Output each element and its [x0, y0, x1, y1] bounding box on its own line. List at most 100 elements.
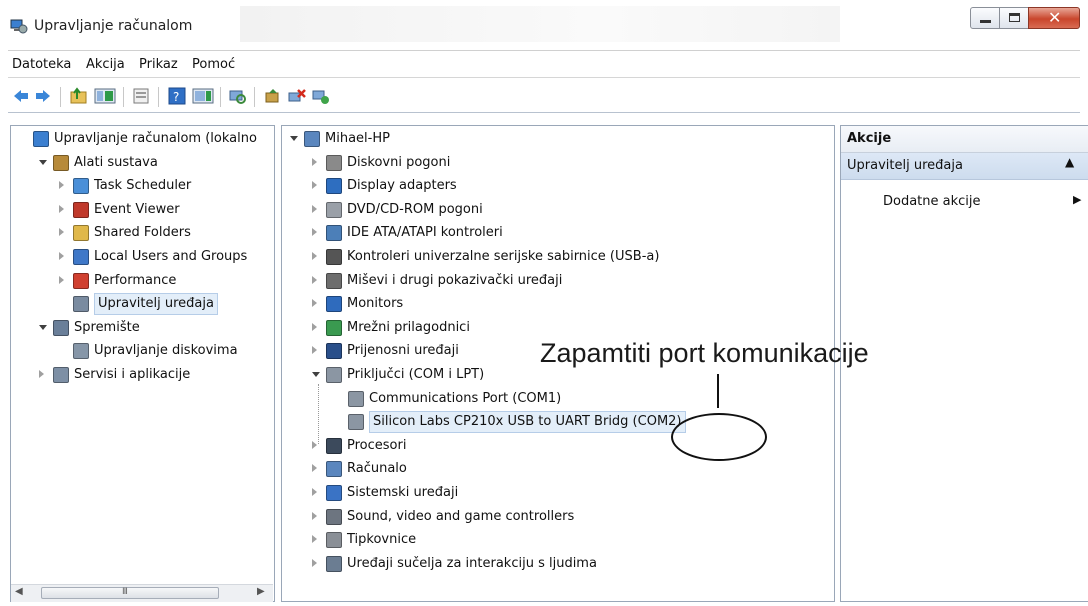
device-tree-item-label: IDE ATA/ATAPI kontroleri: [347, 225, 503, 241]
tree-item[interactable]: Upravitelj uređaja: [11, 293, 274, 316]
show-hide-tree-icon[interactable]: [94, 87, 116, 105]
expand-arrow-icon[interactable]: [312, 322, 317, 331]
expand-arrow-icon[interactable]: [312, 299, 317, 308]
expand-arrow-icon[interactable]: [312, 204, 317, 213]
expand-arrow-icon[interactable]: [312, 157, 317, 166]
expand-arrow-icon[interactable]: [59, 204, 64, 213]
device-tree-item-label: Prijenosni uređaji: [347, 343, 459, 359]
minimize-button[interactable]: [970, 7, 1000, 29]
tree-item[interactable]: Event Viewer: [11, 199, 274, 221]
expand-arrow-icon[interactable]: [312, 488, 317, 496]
keyboard-icon: [326, 532, 342, 549]
expand-arrow-icon[interactable]: [59, 275, 64, 284]
annotation-line: [717, 374, 719, 408]
device-tree-item[interactable]: Miševi i drugi pokazivački uređaji: [282, 270, 834, 292]
forward-arrow-icon[interactable]: [34, 87, 52, 105]
services-icon: [53, 367, 69, 383]
expand-arrow-icon[interactable]: [312, 511, 317, 520]
storage-icon: [53, 319, 69, 336]
collapse-arrow-icon[interactable]: [39, 324, 47, 330]
device-tree-item[interactable]: Kontroleri univerzalne serijske sabirnic…: [282, 246, 834, 268]
device-tree-item[interactable]: Računalo: [282, 458, 834, 480]
back-arrow-icon[interactable]: [12, 87, 30, 105]
collapse-arrow-icon[interactable]: ▲: [1065, 155, 1074, 169]
svg-text:?: ?: [173, 90, 179, 104]
device-tree-item[interactable]: Sound, video and game controllers: [282, 506, 834, 528]
computer-icon: [304, 131, 320, 147]
expand-arrow-icon[interactable]: [39, 370, 44, 378]
show-hide-action-pane-icon[interactable]: [192, 87, 214, 105]
expand-arrow-icon[interactable]: [312, 440, 317, 449]
menu-help[interactable]: Pomoć: [192, 57, 235, 72]
title-bar-background: [240, 6, 840, 42]
device-tree-item[interactable]: Mihael-HP: [282, 128, 834, 150]
device-tree-item[interactable]: Communications Port (COM1): [282, 388, 834, 410]
port-icon: [348, 390, 364, 407]
device-tree-item[interactable]: Diskovni pogoni: [282, 152, 834, 174]
menu-file[interactable]: Datoteka: [12, 57, 71, 72]
tree-item[interactable]: Servisi i aplikacije: [11, 364, 274, 386]
scroll-right-arrow-icon[interactable]: ▶: [257, 586, 265, 597]
expand-arrow-icon[interactable]: [59, 181, 64, 190]
toolbar-separator: [220, 87, 221, 107]
device-tree-item-label: DVD/CD-ROM pogoni: [347, 201, 483, 217]
up-folder-icon[interactable]: [70, 87, 88, 105]
submenu-arrow-icon[interactable]: ▶: [1073, 193, 1081, 206]
tree-item-label: Spremište: [74, 319, 140, 335]
enable-device-icon[interactable]: [312, 87, 330, 105]
scan-hardware-icon[interactable]: [228, 87, 246, 105]
expand-arrow-icon[interactable]: [312, 181, 317, 190]
expand-arrow-icon[interactable]: [312, 275, 317, 284]
device-tree-item[interactable]: Tipkovnice: [282, 529, 834, 551]
scrollbar-thumb[interactable]: III: [41, 587, 219, 599]
device-tree-item[interactable]: DVD/CD-ROM pogoni: [282, 199, 834, 221]
collapse-arrow-icon[interactable]: [290, 136, 298, 141]
tree-item[interactable]: Alati sustava: [11, 152, 274, 174]
horizontal-scrollbar[interactable]: ◀ III ▶: [11, 584, 273, 602]
port-icon: [348, 414, 364, 431]
tree-item[interactable]: Local Users and Groups: [11, 246, 274, 268]
tree-item-label: Upravitelj uređaja: [94, 293, 218, 316]
collapse-arrow-icon[interactable]: [39, 159, 47, 165]
collapse-arrow-icon[interactable]: [312, 372, 320, 377]
update-driver-icon[interactable]: [264, 87, 282, 105]
expand-arrow-icon[interactable]: [59, 228, 64, 237]
device-tree-item[interactable]: Monitors: [282, 293, 834, 315]
toolbar-separator: [254, 87, 255, 107]
menu-bar: Datoteka Akcija Prikaz Pomoć: [8, 50, 1080, 78]
device-tree-item-label: Monitors: [347, 296, 404, 312]
close-button[interactable]: ✕: [1028, 7, 1080, 29]
actions-section[interactable]: Upravitelj uređaja ▲: [841, 153, 1088, 180]
device-tree-item[interactable]: Display adapters: [282, 175, 834, 197]
device-tree-item[interactable]: Sistemski uređaji: [282, 482, 834, 504]
expand-arrow-icon[interactable]: [312, 558, 317, 567]
menu-view[interactable]: Prikaz: [139, 57, 178, 72]
disk-mgmt-icon: [73, 343, 89, 360]
properties-icon[interactable]: [132, 87, 150, 105]
uninstall-device-icon[interactable]: [288, 87, 306, 105]
expand-arrow-icon[interactable]: [59, 252, 64, 260]
menu-action[interactable]: Akcija: [86, 57, 125, 72]
maximize-button[interactable]: [999, 7, 1029, 29]
expand-arrow-icon[interactable]: [312, 346, 317, 355]
device-tree-item[interactable]: Mrežni prilagodnici: [282, 317, 834, 339]
help-icon[interactable]: ?: [168, 87, 186, 105]
device-tree-item-label: Mihael-HP: [325, 131, 390, 146]
expand-arrow-icon[interactable]: [312, 252, 317, 260]
device-tree-item[interactable]: Uređaji sučelja za interakciju s ljudima: [282, 553, 834, 575]
device-tree-item[interactable]: IDE ATA/ATAPI kontroleri: [282, 222, 834, 244]
tree-item[interactable]: Spremište: [11, 317, 274, 339]
device-manager-icon: [73, 296, 89, 313]
expand-arrow-icon[interactable]: [312, 228, 317, 237]
device-tree-item-label: Display adapters: [347, 178, 457, 194]
tree-item[interactable]: Shared Folders: [11, 222, 274, 244]
tree-item[interactable]: Task Scheduler: [11, 175, 274, 197]
tree-item[interactable]: Upravljanje računalom (lokalno: [11, 128, 274, 150]
scroll-left-arrow-icon[interactable]: ◀: [15, 586, 23, 597]
more-actions-item[interactable]: Dodatne akcije: [883, 194, 981, 209]
tree-item[interactable]: Performance: [11, 270, 274, 292]
expand-arrow-icon[interactable]: [312, 535, 317, 544]
expand-arrow-icon[interactable]: [312, 464, 317, 473]
tools-icon: [53, 154, 69, 171]
tree-item[interactable]: Upravljanje diskovima: [11, 340, 274, 362]
